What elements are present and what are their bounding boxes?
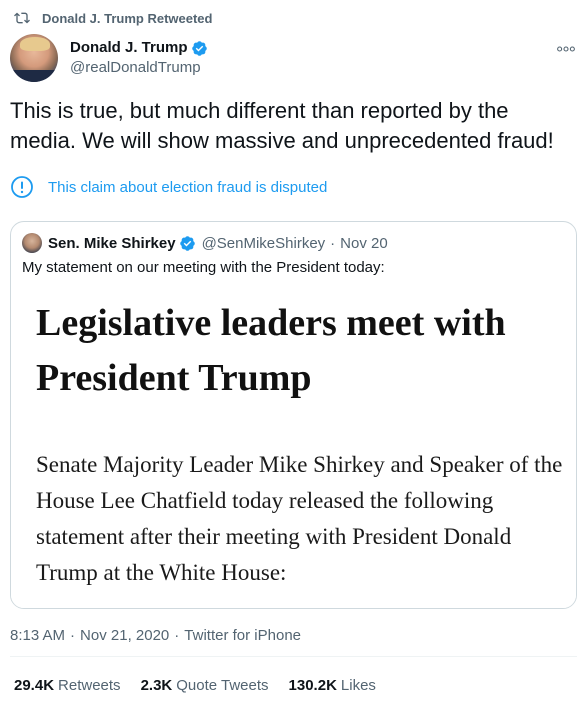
likes-count: 130.2K	[288, 676, 337, 694]
quoted-author-avatar	[22, 233, 42, 253]
quoted-separator: ·	[330, 234, 336, 252]
quote-tweets-stat[interactable]: 2.3K Quote Tweets	[141, 677, 269, 694]
tweet-source[interactable]: Twitter for iPhone	[184, 627, 301, 644]
engagement-stats: 29.4K Retweets 2.3K Quote Tweets 130.2K …	[14, 674, 396, 696]
likes-label: Likes	[340, 676, 376, 694]
author-handle[interactable]: @realDonaldTrump	[70, 58, 208, 78]
retweet-context-label: Donald J. Trump Retweeted	[42, 10, 213, 26]
quoted-tweet-text: My statement on our meeting with the Pre…	[22, 259, 385, 276]
avatar[interactable]	[10, 34, 58, 82]
tweet: Donald J. Trump Retweeted Donald J. Trum…	[0, 0, 587, 709]
quote-tweets-count: 2.3K	[140, 676, 173, 694]
retweet-icon	[14, 10, 30, 26]
quoted-author-handle: @SenMikeShirkey	[201, 234, 326, 252]
tweet-header: Donald J. Trump @realDonaldTrump	[10, 32, 577, 84]
quoted-tweet-image[interactable]: Legislative leaders meet with President …	[11, 288, 576, 608]
verified-badge-icon	[179, 235, 196, 252]
quoted-tweet-header: Sen. Mike Shirkey @SenMikeShirkey · Nov …	[22, 232, 388, 254]
quote-tweets-label: Quote Tweets	[176, 676, 269, 694]
retweets-count: 29.4K	[14, 676, 55, 694]
disputed-claim-text: This claim about election fraud is dispu…	[48, 178, 328, 196]
statement-headline: Legislative leaders meet with President …	[36, 302, 506, 399]
author-names: Donald J. Trump @realDonaldTrump	[70, 38, 208, 78]
author-display-name[interactable]: Donald J. Trump	[70, 38, 188, 58]
retweets-label: Retweets	[58, 676, 121, 694]
meta-separator: ·	[174, 626, 180, 644]
quoted-tweet[interactable]: Sen. Mike Shirkey @SenMikeShirkey · Nov …	[10, 221, 577, 609]
retweet-context[interactable]: Donald J. Trump Retweeted	[14, 8, 212, 28]
tweet-date[interactable]: Nov 21, 2020	[80, 627, 169, 644]
retweets-stat[interactable]: 29.4K Retweets	[14, 677, 121, 694]
tweet-meta: 8:13 AM · Nov 21, 2020 · Twitter for iPh…	[10, 624, 301, 646]
tweet-time[interactable]: 8:13 AM	[10, 627, 65, 644]
quoted-author-display-name: Sen. Mike Shirkey	[48, 234, 176, 252]
statement-body: Senate Majority Leader Mike Shirkey and …	[36, 452, 563, 585]
more-options-icon[interactable]	[555, 41, 577, 57]
meta-separator: ·	[70, 626, 76, 644]
likes-stat[interactable]: 130.2K Likes	[289, 677, 376, 694]
disputed-claim-notice[interactable]: This claim about election fraud is dispu…	[10, 175, 327, 199]
exclamation-circle-icon	[10, 175, 34, 199]
tweet-text: This is true, but much different than re…	[10, 98, 554, 153]
divider	[10, 656, 577, 657]
verified-badge-icon	[191, 40, 208, 57]
quoted-tweet-date: Nov 20	[340, 234, 388, 252]
